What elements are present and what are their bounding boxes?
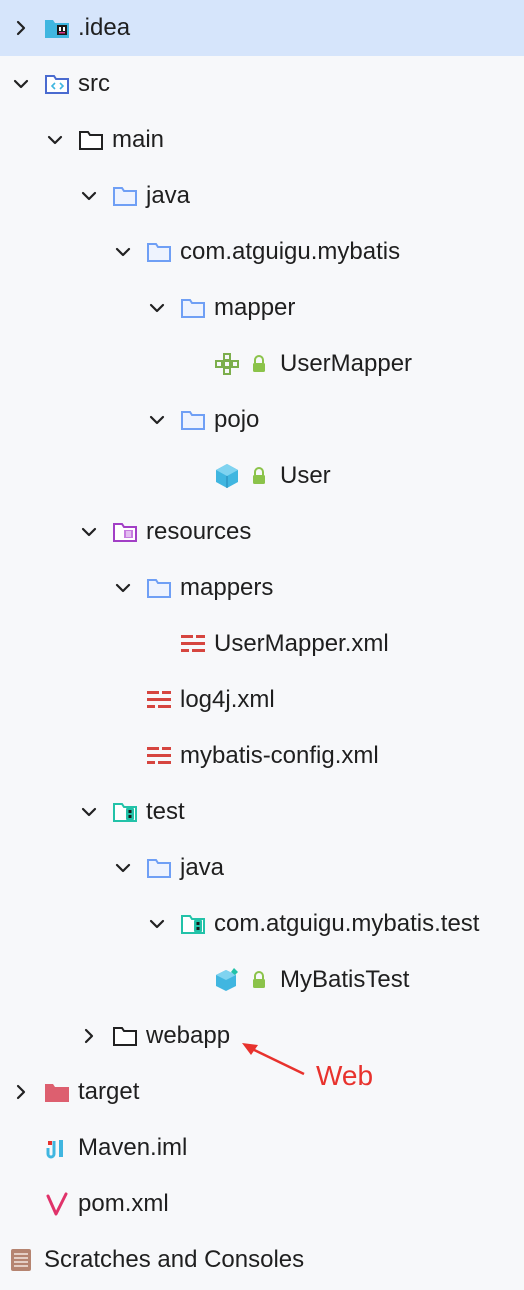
tree-item-usermapper-xml[interactable]: UserMapper.xml [0,616,524,672]
interface-icon [212,336,242,392]
tree-item-label: .idea [78,14,131,41]
tree-item-package[interactable]: com.atguigu.mybatis [0,224,524,280]
tree-item-label: com.atguigu.mybatis.test [214,910,480,937]
tree-item-label: Maven.iml [78,1134,188,1161]
excluded-folder-icon [42,1064,72,1120]
tree-item-idea[interactable]: .idea [0,0,524,56]
source-folder-icon [42,56,72,112]
folder-icon [76,112,106,168]
tree-item-label: MyBatisTest [280,966,410,993]
package-folder-icon [144,224,174,280]
chevron-down-icon[interactable] [146,280,168,336]
chevron-down-icon[interactable] [146,392,168,448]
chevron-right-icon[interactable] [78,1008,100,1064]
lock-icon [250,336,268,392]
folder-icon [144,840,174,896]
chevron-right-icon[interactable] [10,1064,32,1120]
tree-item-label: log4j.xml [180,686,275,713]
tree-item-mybatis-config-xml[interactable]: mybatis-config.xml [0,728,524,784]
tree-item-test-java[interactable]: java [0,840,524,896]
tree-item-label: mapper [214,294,296,321]
tree-item-java[interactable]: java [0,168,524,224]
tree-item-maven-iml[interactable]: Maven.iml [0,1120,524,1176]
chevron-down-icon[interactable] [112,560,134,616]
folder-icon [144,560,174,616]
tree-item-usermapper[interactable]: UserMapper [0,336,524,392]
tree-item-label: test [146,798,185,825]
tree-item-label: resources [146,518,252,545]
test-class-icon [212,952,242,1008]
folder-icon [110,1008,140,1064]
package-folder-icon [178,392,208,448]
tree-item-label: src [78,70,110,97]
iml-file-icon [42,1120,72,1176]
tree-item-label: mappers [180,574,274,601]
chevron-down-icon[interactable] [78,168,100,224]
chevron-down-icon[interactable] [112,840,134,896]
annotation-arrow-icon [242,1043,305,1076]
tree-item-mapper[interactable]: mapper [0,280,524,336]
tree-item-src[interactable]: src [0,56,524,112]
tree-item-pom-xml[interactable]: pom.xml [0,1176,524,1232]
package-folder-icon [178,280,208,336]
xml-file-icon [144,728,174,784]
xml-file-icon [178,616,208,672]
class-icon [212,448,242,504]
chevron-right-icon[interactable] [10,0,32,56]
tree-item-label: UserMapper [280,350,413,377]
chevron-down-icon[interactable] [10,56,32,112]
maven-icon [42,1176,72,1232]
xml-file-icon [144,672,174,728]
chevron-down-icon[interactable] [78,784,100,840]
chevron-down-icon[interactable] [78,504,100,560]
tree-item-label: java [146,182,191,209]
tree-item-mybatistest[interactable]: MyBatisTest [0,952,524,1008]
tree-item-user[interactable]: User [0,448,524,504]
resources-folder-icon [110,504,140,560]
tree-item-test[interactable]: test [0,784,524,840]
tree-item-main[interactable]: main [0,112,524,168]
idea-folder-icon [42,0,72,56]
tree-item-label: Scratches and Consoles [44,1246,305,1273]
annotation-label: Web [316,1060,374,1091]
chevron-down-icon[interactable] [44,112,66,168]
tree-item-scratches[interactable]: Scratches and Consoles [0,1232,524,1288]
chevron-down-icon[interactable] [112,224,134,280]
folder-icon [110,168,140,224]
tree-item-label: mybatis-config.xml [180,742,379,769]
tree-item-mappers[interactable]: mappers [0,560,524,616]
project-tree: .idea src main java com.atguigu.mybatis … [0,0,524,1288]
tree-item-log4j-xml[interactable]: log4j.xml [0,672,524,728]
chevron-down-icon[interactable] [146,896,168,952]
tree-item-label: main [112,126,165,153]
tree-item-test-package[interactable]: com.atguigu.mybatis.test [0,896,524,952]
lock-icon [250,448,268,504]
tree-item-pojo[interactable]: pojo [0,392,524,448]
tree-item-label: pojo [214,406,260,433]
tree-item-label: java [180,854,225,881]
tree-item-label: User [280,462,331,489]
tree-item-label: target [78,1078,140,1105]
tree-item-label: UserMapper.xml [214,630,389,657]
tree-item-label: com.atguigu.mybatis [180,238,401,265]
tree-item-label: pom.xml [78,1190,169,1217]
test-package-folder-icon [178,896,208,952]
scratches-icon [6,1232,36,1288]
tree-item-resources[interactable]: resources [0,504,524,560]
lock-icon [250,952,268,1008]
test-folder-icon [110,784,140,840]
tree-item-label: webapp [146,1022,231,1049]
